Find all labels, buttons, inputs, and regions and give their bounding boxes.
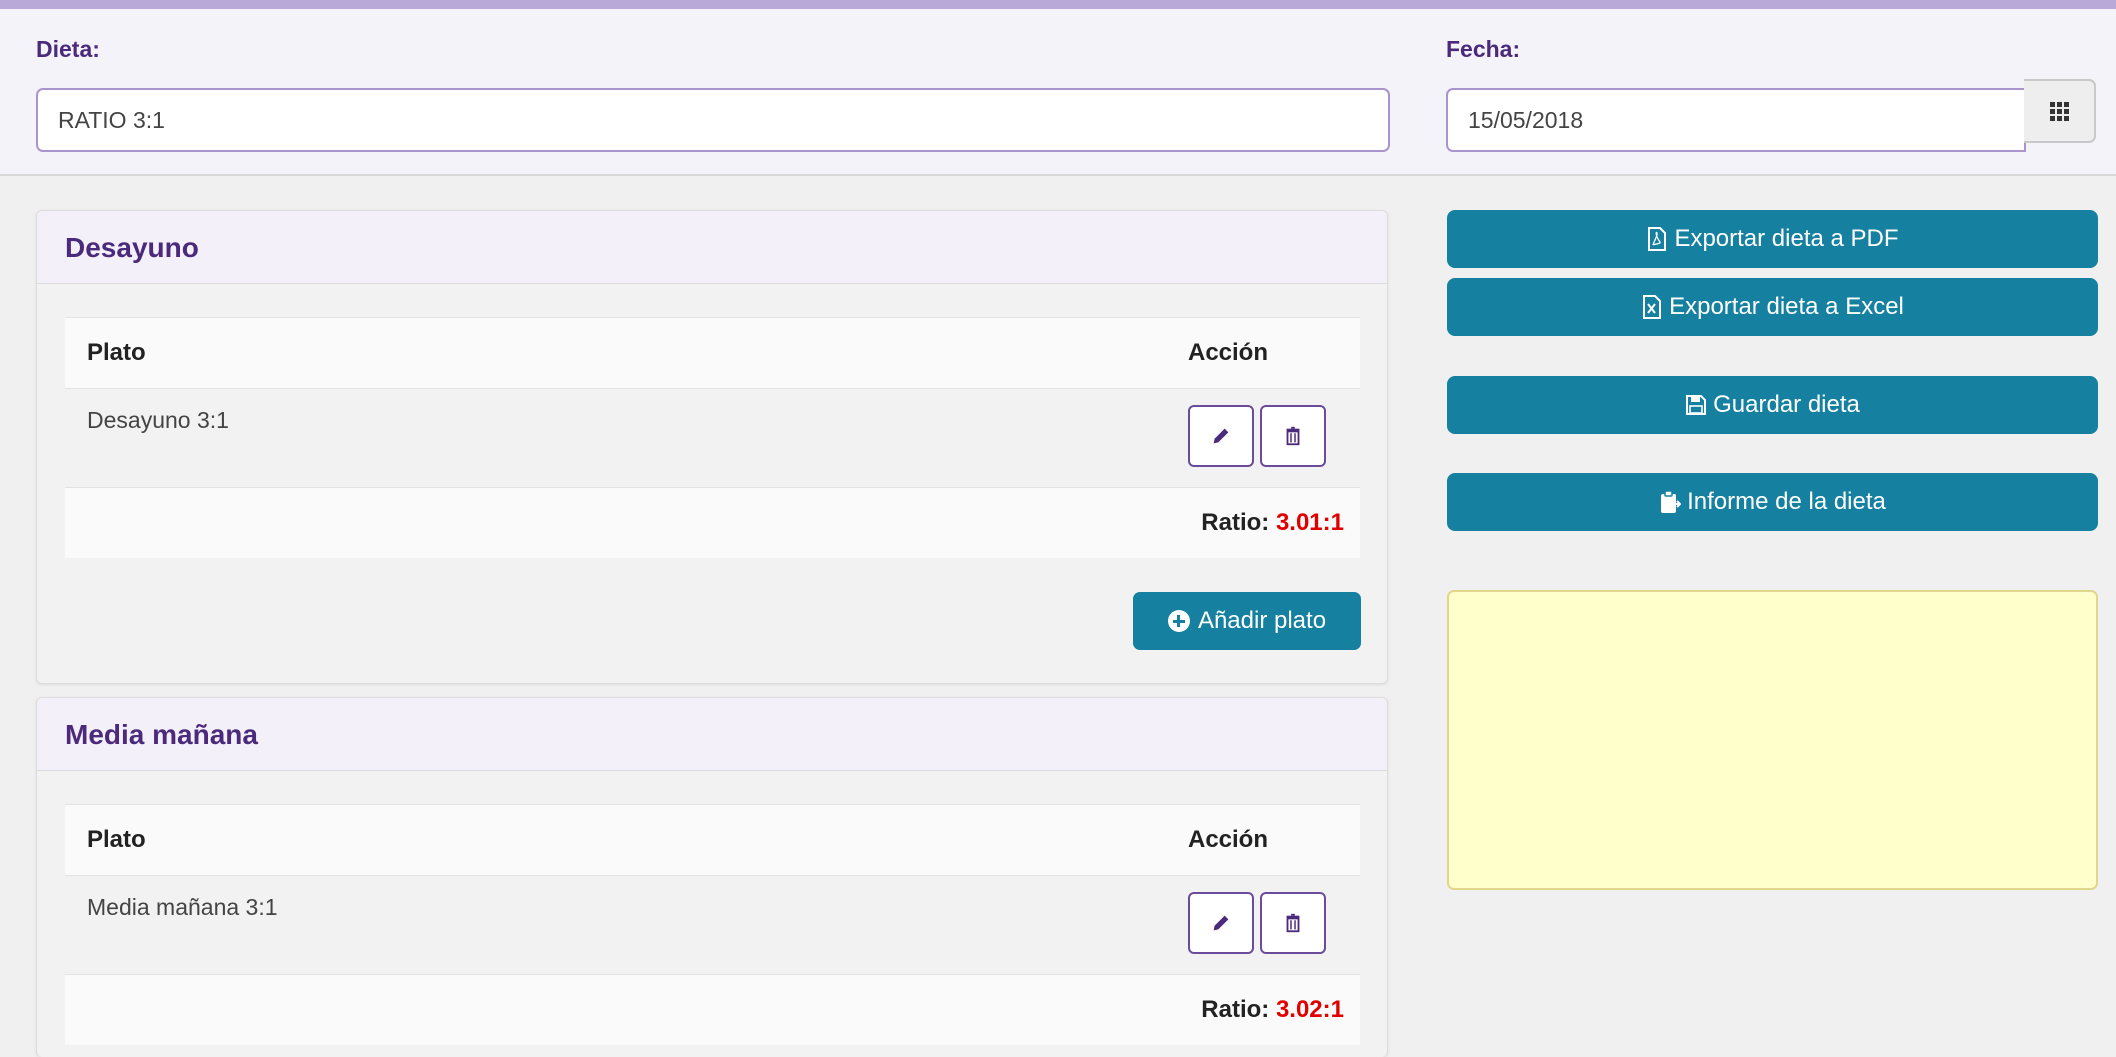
dish-name: Desayuno 3:1: [87, 407, 229, 433]
delete-button[interactable]: [1260, 892, 1326, 954]
export-pdf-button[interactable]: Exportar dieta a PDF: [1447, 210, 2098, 268]
trash-icon: [1286, 913, 1300, 933]
plus-circle-icon: [1167, 610, 1190, 632]
fecha-input[interactable]: 15/05/2018: [1446, 88, 2026, 152]
excel-file-icon: [1643, 295, 1662, 319]
ratio-label: Ratio:: [1201, 509, 1270, 536]
ratio-row: Ratio: 3.02:1: [65, 975, 1360, 1045]
diet-header: Dieta: RATIO 3:1 Fecha: 15/05/2018: [0, 9, 2116, 176]
pdf-file-icon: [1648, 227, 1667, 251]
clipboard-icon: [1661, 490, 1682, 513]
table-row: Desayuno 3:1: [65, 389, 1360, 488]
column-header-plato: Plato: [87, 339, 146, 366]
table-header-row: Plato Acción: [65, 804, 1360, 876]
pencil-icon: [1213, 915, 1229, 931]
calendar-grid-icon: [2049, 101, 2069, 121]
dishes-table: Plato Acción Desayuno 3:1 Ratio: 3.01:1: [65, 317, 1360, 558]
meal-panel-media-manana: Media mañana Plato Acción Media mañana 3…: [36, 697, 1388, 1057]
edit-button[interactable]: [1188, 405, 1254, 467]
add-dish-button[interactable]: Añadir plato: [1133, 592, 1361, 650]
column-header-accion: Acción: [1187, 826, 1268, 853]
pencil-icon: [1213, 428, 1229, 444]
meal-title: Media mañana: [37, 698, 1387, 771]
floppy-disk-icon: [1686, 395, 1707, 415]
fecha-label: Fecha:: [1446, 36, 1521, 62]
notes-box[interactable]: [1447, 590, 2098, 890]
ratio-label: Ratio:: [1201, 996, 1270, 1023]
column-header-accion: Acción: [1187, 339, 1268, 366]
diet-report-label: Informe de la dieta: [1687, 488, 1886, 515]
dieta-input[interactable]: RATIO 3:1: [36, 88, 1390, 152]
delete-button[interactable]: [1260, 405, 1326, 467]
meal-title: Desayuno: [37, 211, 1387, 284]
ratio-text: Ratio: 3.01:1: [1201, 488, 1344, 558]
meal-panel-desayuno: Desayuno Plato Acción Desayuno 3:1 Ratio…: [36, 210, 1388, 684]
top-accent-line: [0, 0, 2116, 9]
ratio-value: 3.02:1: [1275, 996, 1344, 1023]
calendar-button[interactable]: [2024, 79, 2096, 143]
trash-icon: [1286, 426, 1300, 446]
dieta-label: Dieta:: [36, 36, 100, 62]
edit-button[interactable]: [1188, 892, 1254, 954]
table-header-row: Plato Acción: [65, 317, 1360, 389]
ratio-value: 3.01:1: [1275, 509, 1344, 536]
dish-name: Media mañana 3:1: [87, 894, 278, 920]
column-header-plato: Plato: [87, 826, 146, 853]
dishes-table: Plato Acción Media mañana 3:1 Ratio: 3.0…: [65, 804, 1360, 1045]
add-dish-label: Añadir plato: [1197, 607, 1327, 634]
ratio-row: Ratio: 3.01:1: [65, 488, 1360, 558]
save-diet-button[interactable]: Guardar dieta: [1447, 376, 2098, 434]
export-pdf-label: Exportar dieta a PDF: [1674, 225, 1899, 252]
table-row: Media mañana 3:1: [65, 876, 1360, 975]
ratio-text: Ratio: 3.02:1: [1201, 975, 1344, 1045]
save-diet-label: Guardar dieta: [1713, 391, 1860, 418]
export-excel-label: Exportar dieta a Excel: [1669, 293, 1904, 320]
export-excel-button[interactable]: Exportar dieta a Excel: [1447, 278, 2098, 336]
diet-report-button[interactable]: Informe de la dieta: [1447, 473, 2098, 531]
